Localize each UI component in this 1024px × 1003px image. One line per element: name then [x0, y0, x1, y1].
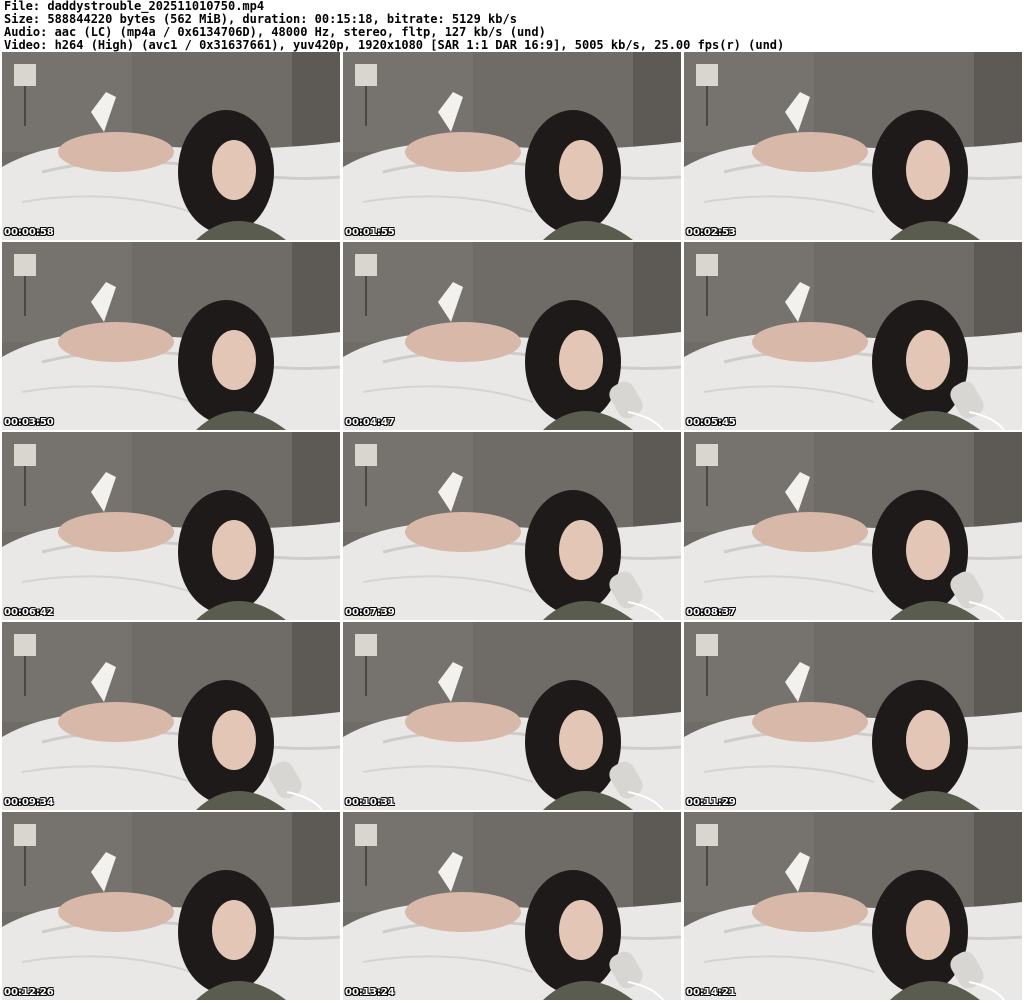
thumbnail-grid: 00:00:58 00:01:55 00:02:53 00:03:50 00:04:47…: [2, 52, 1022, 1001]
thumbnail-timestamp: 00:02:53: [686, 227, 736, 238]
thumbnail-timestamp: 00:10:31: [345, 797, 395, 808]
video-info-line: Video: h264 (High) (avc1 / 0x31637661), …: [4, 38, 785, 52]
frame-image: [2, 812, 340, 1000]
frame-image: [2, 622, 340, 810]
thumbnail-timestamp: 00:01:55: [345, 227, 395, 238]
thumbnail-frame: 00:01:55: [343, 52, 681, 240]
thumbnail-frame: 00:02:53: [684, 52, 1022, 240]
thumbnail-timestamp: 00:13:24: [345, 987, 395, 998]
frame-image: [2, 242, 340, 430]
frame-image: [343, 242, 681, 430]
thumbnail-timestamp: 00:05:45: [686, 417, 736, 428]
frame-image: [343, 432, 681, 620]
thumbnail-timestamp: 00:03:50: [4, 417, 54, 428]
frame-image: [684, 52, 1022, 240]
thumbnail-timestamp: 00:14:21: [686, 987, 736, 998]
thumbnail-frame: 00:11:29: [684, 622, 1022, 810]
thumbnail-frame: 00:05:45: [684, 242, 1022, 430]
frame-image: [2, 52, 340, 240]
thumbnail-timestamp: 00:04:47: [345, 417, 395, 428]
thumbnail-frame: 00:03:50: [2, 242, 340, 430]
thumbnail-frame: 00:08:37: [684, 432, 1022, 620]
thumbnail-frame: 00:07:39: [343, 432, 681, 620]
thumbnail-frame: 00:04:47: [343, 242, 681, 430]
thumbnail-timestamp: 00:07:39: [345, 607, 395, 618]
file-info-header: File: daddystrouble_202511010750.mp4 Siz…: [4, 0, 1020, 52]
thumbnail-frame: 00:10:31: [343, 622, 681, 810]
frame-image: [684, 432, 1022, 620]
frame-image: [684, 242, 1022, 430]
thumbnail-timestamp: 00:00:58: [4, 227, 54, 238]
thumbnail-frame: 00:06:42: [2, 432, 340, 620]
frame-image: [684, 622, 1022, 810]
thumbnail-timestamp: 00:09:34: [4, 797, 54, 808]
frame-image: [343, 812, 681, 1000]
frame-image: [2, 432, 340, 620]
thumbnail-timestamp: 00:08:37: [686, 607, 736, 618]
thumbnail-frame: 00:14:21: [684, 812, 1022, 1000]
thumbnail-timestamp: 00:12:26: [4, 987, 54, 998]
thumbnail-frame: 00:00:58: [2, 52, 340, 240]
thumbnail-frame: 00:09:34: [2, 622, 340, 810]
thumbnail-timestamp: 00:11:29: [686, 797, 736, 808]
frame-image: [343, 622, 681, 810]
frame-image: [684, 812, 1022, 1000]
frame-image: [343, 52, 681, 240]
thumbnail-frame: 00:12:26: [2, 812, 340, 1000]
thumbnail-frame: 00:13:24: [343, 812, 681, 1000]
thumbnail-timestamp: 00:06:42: [4, 607, 54, 618]
